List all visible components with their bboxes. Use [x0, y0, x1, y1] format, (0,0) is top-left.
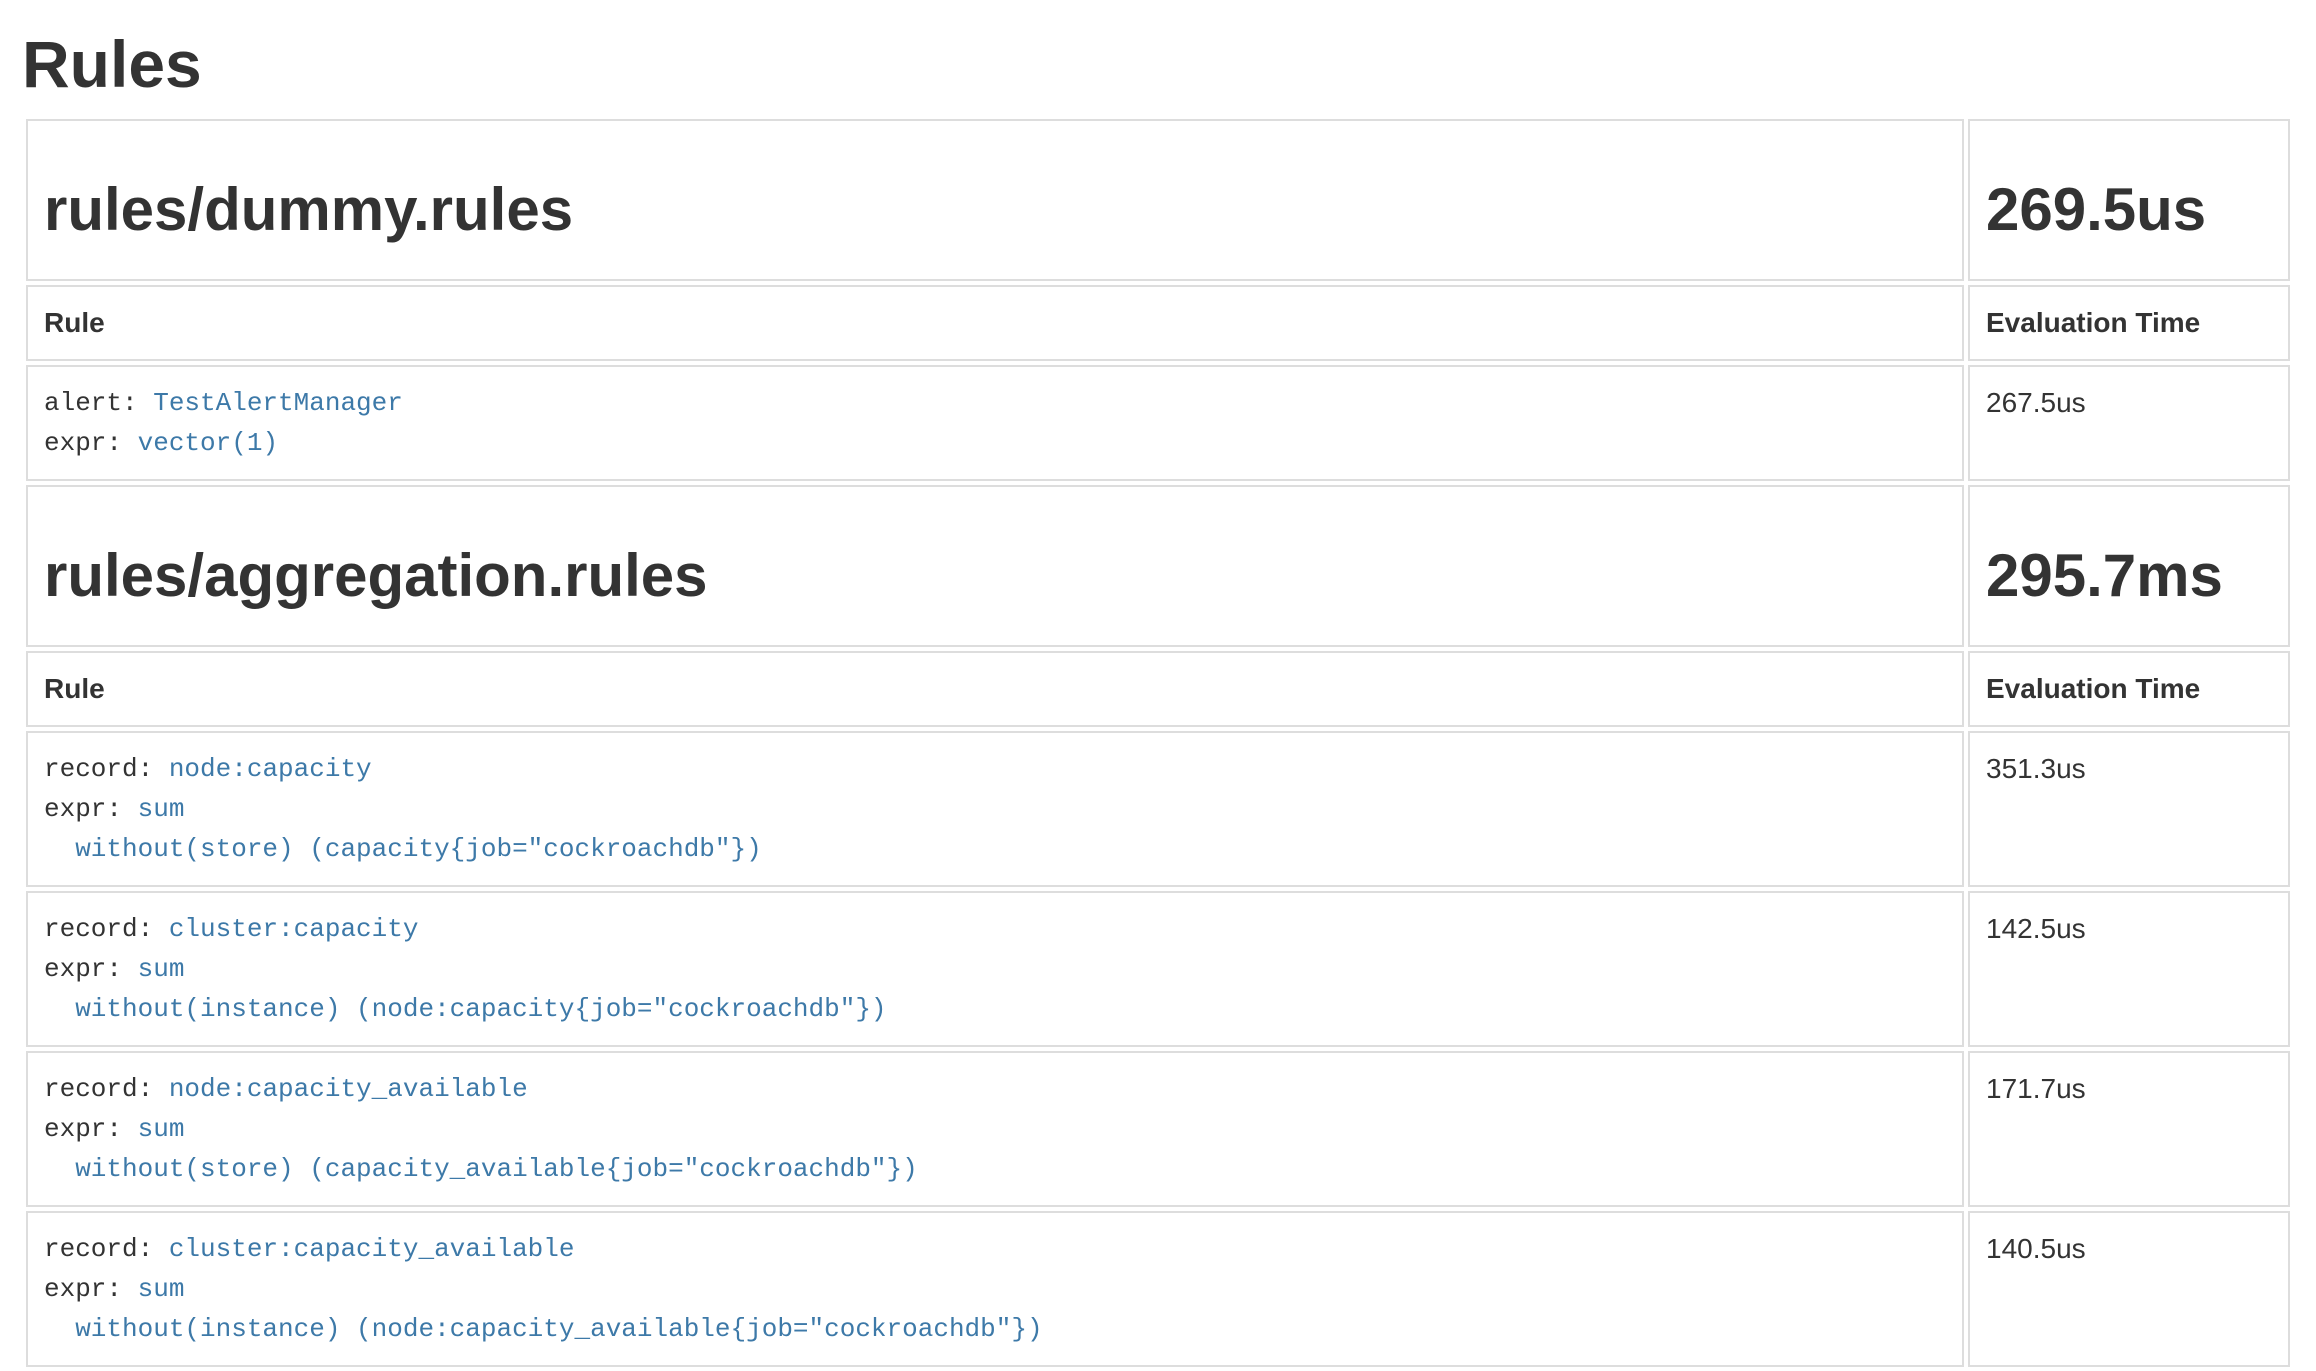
rule-key: alert:: [44, 388, 153, 418]
rule-code: record: node:capacity expr: sum without(…: [44, 749, 1946, 869]
page-title: Rules: [22, 28, 2294, 101]
rule-group-total-cell: 269.5us: [1968, 119, 2290, 281]
rule-link[interactable]: sum without(store) (capacity{job="cockro…: [44, 794, 762, 864]
rule-link[interactable]: node:capacity: [169, 754, 372, 784]
rule-cell: record: cluster:capacity expr: sum witho…: [26, 891, 1964, 1047]
evaluation-time-column-header: Evaluation Time: [1968, 651, 2290, 727]
rule-group-total-cell: 295.7ms: [1968, 485, 2290, 647]
rule-key: expr:: [44, 794, 138, 824]
rule-code: record: node:capacity_available expr: su…: [44, 1069, 1946, 1189]
rule-key: record:: [44, 1234, 169, 1264]
rule-cell: record: cluster:capacity_available expr:…: [26, 1211, 1964, 1367]
rule-row: record: cluster:capacity_available expr:…: [26, 1211, 2290, 1367]
rule-group-header-row: rules/aggregation.rules 295.7ms: [26, 485, 2290, 647]
rule-link[interactable]: TestAlertManager: [153, 388, 403, 418]
rule-group-file-title: rules/dummy.rules: [44, 177, 1946, 243]
rule-group-file-title: rules/aggregation.rules: [44, 543, 1946, 609]
rule-link[interactable]: sum without(store) (capacity_available{j…: [44, 1114, 918, 1184]
rule-code: alert: TestAlertManager expr: vector(1): [44, 383, 1946, 463]
rule-key: record:: [44, 914, 169, 944]
rule-code: record: cluster:capacity expr: sum witho…: [44, 909, 1946, 1029]
rule-group-header-row: rules/dummy.rules 269.5us: [26, 119, 2290, 281]
rule-cell: record: node:capacity expr: sum without(…: [26, 731, 1964, 887]
rule-link[interactable]: vector(1): [138, 428, 278, 458]
rule-link[interactable]: sum without(instance) (node:capacity_ava…: [44, 1274, 1043, 1344]
rule-key: record:: [44, 1074, 169, 1104]
evaluation-time-cell: 267.5us: [1968, 365, 2290, 481]
rule-key: expr:: [44, 428, 138, 458]
evaluation-time-cell: 140.5us: [1968, 1211, 2290, 1367]
rules-table: rules/dummy.rules269.5usRuleEvaluation T…: [22, 115, 2294, 1371]
rule-cell: record: node:capacity_available expr: su…: [26, 1051, 1964, 1207]
rule-row: alert: TestAlertManager expr: vector(1) 2…: [26, 365, 2290, 481]
rule-group-file-cell: rules/aggregation.rules: [26, 485, 1964, 647]
rule-group-file-cell: rules/dummy.rules: [26, 119, 1964, 281]
rule-key: expr:: [44, 1114, 138, 1144]
rule-row: record: node:capacity_available expr: su…: [26, 1051, 2290, 1207]
evaluation-time-cell: 142.5us: [1968, 891, 2290, 1047]
rule-link[interactable]: sum without(instance) (node:capacity{job…: [44, 954, 887, 1024]
rule-key: record:: [44, 754, 169, 784]
rule-column-header: Rule: [26, 651, 1964, 727]
rule-link[interactable]: cluster:capacity_available: [169, 1234, 575, 1264]
rule-column-header: Rule: [26, 285, 1964, 361]
rule-code: record: cluster:capacity_available expr:…: [44, 1229, 1946, 1349]
rule-key: expr:: [44, 1274, 138, 1304]
rule-cell: alert: TestAlertManager expr: vector(1): [26, 365, 1964, 481]
rule-row: record: node:capacity expr: sum without(…: [26, 731, 2290, 887]
rule-key: expr:: [44, 954, 138, 984]
evaluation-time-column-header: Evaluation Time: [1968, 285, 2290, 361]
rule-group-total-evaluation-time: 295.7ms: [1986, 543, 2272, 609]
rule-group-total-evaluation-time: 269.5us: [1986, 177, 2272, 243]
column-header-row: RuleEvaluation Time: [26, 285, 2290, 361]
rule-link[interactable]: node:capacity_available: [169, 1074, 528, 1104]
rule-row: record: cluster:capacity expr: sum witho…: [26, 891, 2290, 1047]
evaluation-time-cell: 171.7us: [1968, 1051, 2290, 1207]
evaluation-time-cell: 351.3us: [1968, 731, 2290, 887]
rule-link[interactable]: cluster:capacity: [169, 914, 419, 944]
column-header-row: RuleEvaluation Time: [26, 651, 2290, 727]
